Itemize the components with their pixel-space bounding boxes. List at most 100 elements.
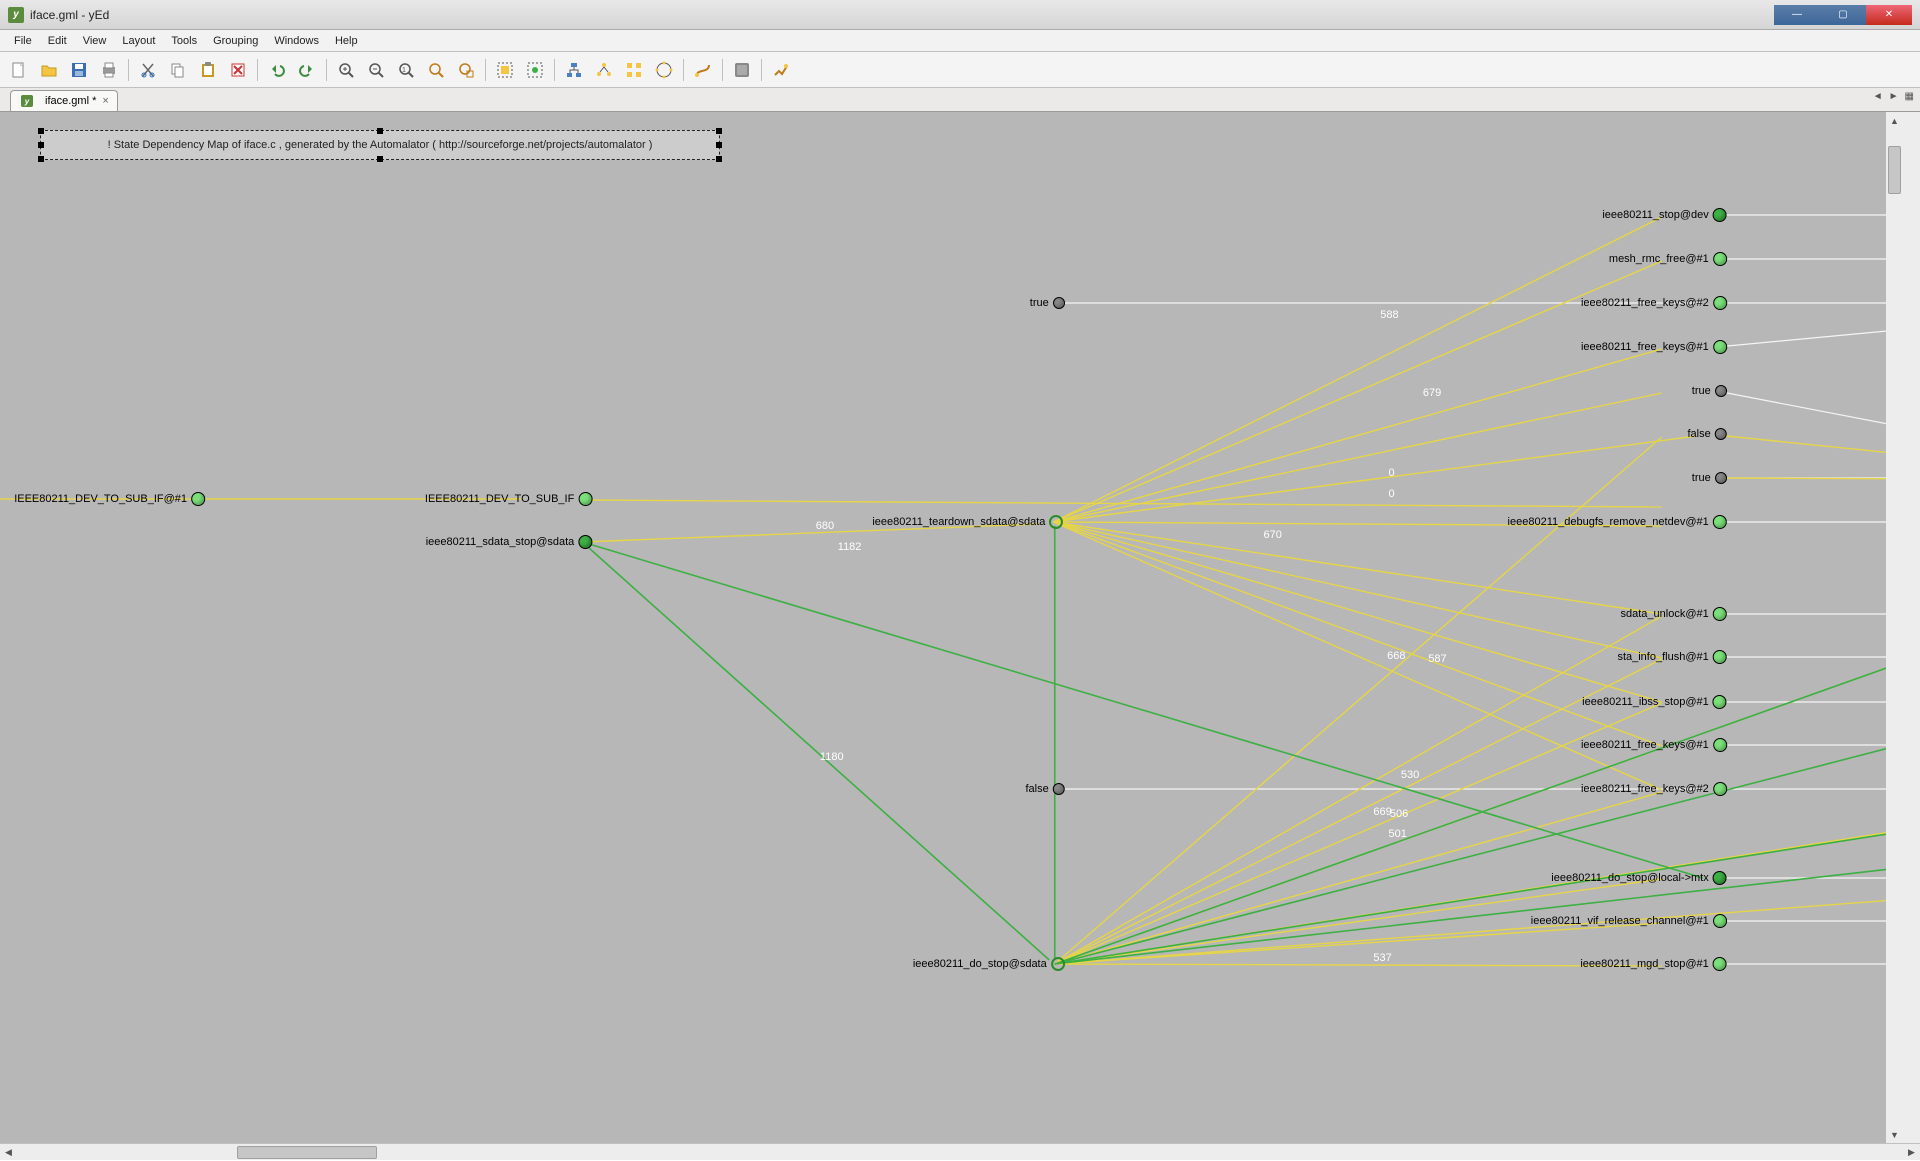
node-label: false (1687, 428, 1710, 440)
zoom-in-icon[interactable] (333, 57, 359, 83)
undo-icon[interactable] (264, 57, 290, 83)
edge-weight-label: 501 (1388, 828, 1406, 840)
resize-handle[interactable] (716, 142, 722, 148)
note-box[interactable]: ! State Dependency Map of iface.c , gene… (40, 130, 720, 160)
graph-node[interactable]: mesh_rmc_free@#1 (1609, 252, 1727, 266)
node-label: ieee80211_ibss_stop@#1 (1582, 696, 1709, 708)
fit-selection-icon[interactable] (522, 57, 548, 83)
menu-grouping[interactable]: Grouping (205, 32, 266, 50)
menu-view[interactable]: View (75, 32, 115, 50)
resize-handle[interactable] (716, 128, 722, 134)
graph-node[interactable]: ieee80211_do_stop@local->mtx (1551, 871, 1726, 885)
scroll-track[interactable] (1887, 146, 1902, 1109)
resize-handle[interactable] (377, 156, 383, 162)
graph-node[interactable]: ieee80211_free_keys@#2 (1581, 296, 1727, 310)
node-label: ieee80211_do_stop@sdata (913, 958, 1047, 970)
open-file-icon[interactable] (36, 57, 62, 83)
graph-node[interactable]: sdata_unlock@#1 (1621, 607, 1727, 621)
scroll-up-icon[interactable]: ▲ (1886, 112, 1903, 129)
save-icon[interactable] (66, 57, 92, 83)
paste-icon[interactable] (195, 57, 221, 83)
graph-canvas[interactable]: ! State Dependency Map of iface.c , gene… (0, 112, 1903, 1143)
settings-icon[interactable] (768, 57, 794, 83)
edge-weight-label: 0 (1388, 488, 1394, 500)
layout-organic-icon[interactable] (591, 57, 617, 83)
graph-node[interactable]: ieee80211_free_keys@#1 (1581, 340, 1727, 354)
tab-close-icon[interactable]: × (102, 95, 108, 107)
zoom-out-icon[interactable] (363, 57, 389, 83)
scroll-thumb[interactable] (237, 1146, 377, 1159)
graph-node[interactable]: false (1687, 428, 1726, 440)
edge-router-icon[interactable] (690, 57, 716, 83)
graph-node[interactable]: ieee80211_teardown_sdata@sdata (872, 515, 1063, 529)
toolbar: 1 (0, 52, 1920, 88)
group-icon[interactable] (729, 57, 755, 83)
menu-file[interactable]: File (6, 32, 40, 50)
cut-icon[interactable] (135, 57, 161, 83)
tab-list-icon[interactable]: ▦ (1905, 91, 1914, 102)
menu-windows[interactable]: Windows (266, 32, 327, 50)
graph-node[interactable]: ieee80211_ibss_stop@#1 (1582, 695, 1727, 709)
graph-node[interactable]: true (1692, 385, 1727, 397)
graph-node[interactable]: false (1026, 783, 1065, 795)
resize-handle[interactable] (716, 156, 722, 162)
horizontal-scrollbar[interactable]: ◀ ▶ (0, 1143, 1920, 1160)
menu-tools[interactable]: Tools (163, 32, 205, 50)
layout-circular-icon[interactable] (651, 57, 677, 83)
graph-canvas-wrap: ! State Dependency Map of iface.c , gene… (0, 112, 1920, 1143)
graph-node[interactable]: IEEE80211_DEV_TO_SUB_IF (425, 492, 592, 506)
scroll-right-icon[interactable]: ▶ (1903, 1144, 1920, 1161)
node-label: true (1030, 297, 1049, 309)
copy-icon[interactable] (165, 57, 191, 83)
minimize-button[interactable]: — (1774, 5, 1820, 25)
redo-icon[interactable] (294, 57, 320, 83)
graph-node[interactable]: ieee80211_vif_release_channel@#1 (1531, 914, 1727, 928)
resize-handle[interactable] (38, 156, 44, 162)
node-dot (1051, 957, 1065, 971)
menu-layout[interactable]: Layout (114, 32, 163, 50)
node-label: ieee80211_free_keys@#2 (1581, 297, 1709, 309)
print-icon[interactable] (96, 57, 122, 83)
tab-nav: ◄ ► ▦ (1873, 91, 1914, 102)
layout-orthogonal-icon[interactable] (621, 57, 647, 83)
graph-node[interactable]: ieee80211_free_keys@#2 (1581, 782, 1727, 796)
new-file-icon[interactable] (6, 57, 32, 83)
zoom-reset-icon[interactable]: 1 (393, 57, 419, 83)
fit-content-icon[interactable] (492, 57, 518, 83)
layout-hierarchic-icon[interactable] (561, 57, 587, 83)
tab-next-icon[interactable]: ► (1889, 91, 1899, 102)
edge-weight-label: 0 (1388, 467, 1394, 479)
maximize-button[interactable]: ▢ (1820, 5, 1866, 25)
document-tabs: y iface.gml * × ◄ ► ▦ (0, 88, 1920, 112)
tab-iface[interactable]: y iface.gml * × (10, 90, 118, 111)
graph-node[interactable]: true (1030, 297, 1065, 309)
scroll-down-icon[interactable]: ▼ (1886, 1126, 1903, 1143)
node-dot (1713, 296, 1727, 310)
graph-node[interactable]: IEEE80211_DEV_TO_SUB_IF@#1 (14, 492, 205, 506)
zoom-selection-icon[interactable] (453, 57, 479, 83)
menu-edit[interactable]: Edit (40, 32, 75, 50)
tab-prev-icon[interactable]: ◄ (1873, 91, 1883, 102)
scroll-track[interactable] (17, 1145, 1903, 1160)
graph-node[interactable]: ieee80211_mgd_stop@#1 (1580, 957, 1726, 971)
tab-label: iface.gml * (45, 95, 96, 107)
zoom-fit-icon[interactable] (423, 57, 449, 83)
resize-handle[interactable] (38, 142, 44, 148)
resize-handle[interactable] (38, 128, 44, 134)
close-button[interactable]: ✕ (1866, 5, 1912, 25)
graph-node[interactable]: ieee80211_free_keys@#1 (1581, 738, 1727, 752)
graph-node[interactable]: true (1692, 472, 1727, 484)
node-dot (578, 492, 592, 506)
vertical-scrollbar[interactable]: ▲ ▼ (1886, 112, 1903, 1143)
scroll-left-icon[interactable]: ◀ (0, 1144, 17, 1161)
graph-node[interactable]: ieee80211_do_stop@sdata (913, 957, 1065, 971)
graph-node[interactable]: sta_info_flush@#1 (1617, 650, 1726, 664)
delete-icon[interactable] (225, 57, 251, 83)
toolbar-separator (326, 59, 327, 81)
resize-handle[interactable] (377, 128, 383, 134)
graph-node[interactable]: ieee80211_debugfs_remove_netdev@#1 (1508, 515, 1727, 529)
scroll-thumb[interactable] (1888, 146, 1901, 194)
graph-node[interactable]: ieee80211_stop@dev (1602, 208, 1726, 222)
graph-node[interactable]: ieee80211_sdata_stop@sdata (426, 535, 593, 549)
menu-help[interactable]: Help (327, 32, 366, 50)
